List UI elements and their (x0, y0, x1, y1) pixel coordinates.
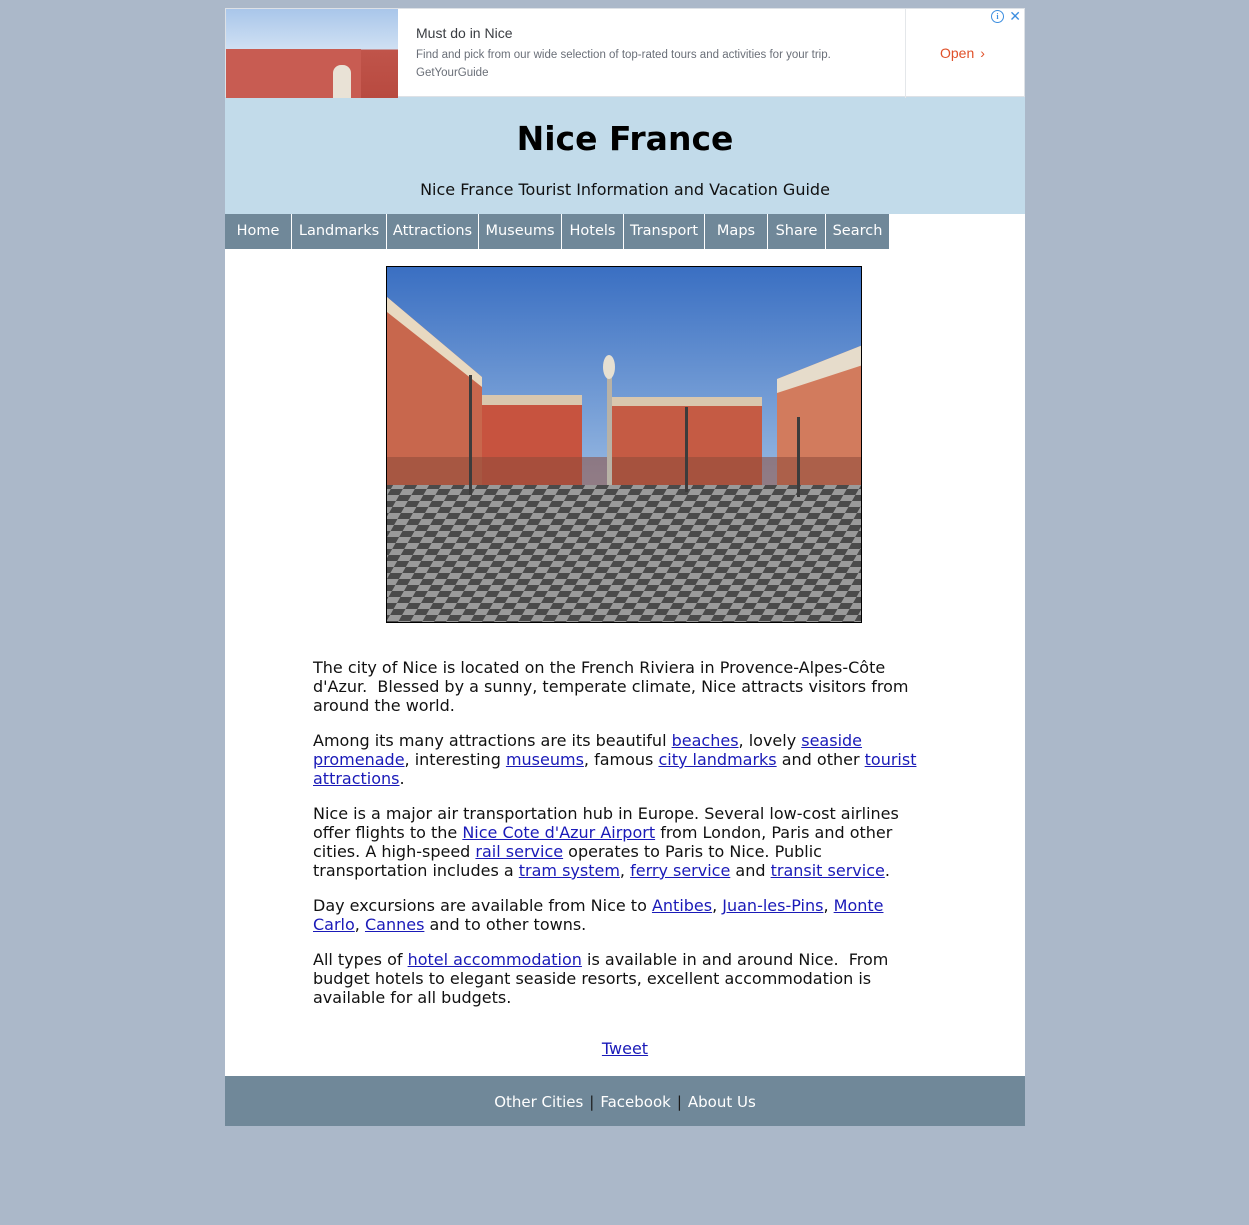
text: and (730, 861, 771, 880)
ad-title[interactable]: Must do in Nice (416, 25, 512, 41)
link-tram-system[interactable]: tram system (519, 861, 620, 880)
text: Among its many attractions are its beaut… (313, 731, 672, 750)
hero-photo-illustration (387, 267, 861, 622)
nav-item-museums[interactable]: Museums (479, 214, 562, 249)
hero-photo (386, 266, 862, 623)
ad-open-button[interactable]: Open › (940, 45, 985, 61)
text: . (884, 861, 890, 880)
nav-item-share[interactable]: Share (768, 214, 826, 249)
site-title: Nice France (516, 119, 734, 158)
ad-banner[interactable]: Must do in Nice Find and pick from our w… (225, 8, 1025, 98)
footer-separator: | (589, 1093, 595, 1111)
info-icon[interactable]: i (991, 10, 1004, 23)
nav-item-attractions[interactable]: Attractions (387, 214, 479, 249)
close-icon[interactable]: ✕ (1009, 8, 1021, 25)
nav-item-landmarks[interactable]: Landmarks (292, 214, 387, 249)
text: and to other towns. (424, 915, 587, 934)
text: , famous (583, 750, 659, 769)
link-antibes[interactable]: Antibes (652, 896, 712, 915)
ad-source[interactable]: GetYourGuide (416, 67, 488, 79)
ad-divider (905, 9, 906, 98)
text: , (354, 915, 365, 934)
text: , lovely (738, 731, 802, 750)
text: and other (776, 750, 865, 769)
ad-image[interactable] (226, 9, 398, 98)
link-city-landmarks[interactable]: city landmarks (658, 750, 776, 769)
link-airport[interactable]: Nice Cote d'Azur Airport (462, 823, 655, 842)
ad-open-label: Open (940, 45, 975, 61)
text: , interesting (404, 750, 506, 769)
link-transit-service[interactable]: transit service (771, 861, 885, 880)
ad-description[interactable]: Find and pick from our wide selection of… (416, 49, 831, 61)
text: . (399, 769, 405, 788)
paragraph-excursions: Day excursions are available from Nice t… (313, 896, 933, 934)
footer-link-other-cities[interactable]: Other Cities (494, 1093, 583, 1111)
link-ferry-service[interactable]: ferry service (630, 861, 730, 880)
text: Day excursions are available from Nice t… (313, 896, 652, 915)
paragraph-hotels: All types of hotel accommodation is avai… (313, 950, 933, 1007)
ad-image-statue (333, 65, 351, 98)
nav-item-transport[interactable]: Transport (624, 214, 705, 249)
site-footer: Other Cities | Facebook | About Us (225, 1076, 1025, 1126)
footer-link-facebook[interactable]: Facebook (600, 1093, 670, 1111)
footer-link-about-us[interactable]: About Us (688, 1093, 756, 1111)
text: , (619, 861, 631, 880)
text: , (712, 896, 723, 915)
main-content: The city of Nice is located on the Frenc… (225, 249, 1025, 1076)
site-header: Nice France Nice France Tourist Informat… (225, 97, 1025, 214)
nav-item-maps[interactable]: Maps (705, 214, 768, 249)
link-cannes[interactable]: Cannes (365, 915, 424, 934)
paragraph-intro: The city of Nice is located on the Frenc… (313, 658, 909, 715)
site-tagline: Nice France Tourist Information and Vaca… (420, 180, 830, 199)
nav-item-home[interactable]: Home (225, 214, 292, 249)
footer-separator: | (676, 1093, 682, 1111)
link-beaches[interactable]: beaches (672, 731, 739, 750)
tweet-container: Tweet (225, 1039, 1025, 1058)
article-body: The city of Nice is located on the Frenc… (313, 658, 933, 1023)
link-rail-service[interactable]: rail service (475, 842, 563, 861)
link-museums[interactable]: museums (506, 750, 584, 769)
paragraph-attractions: Among its many attractions are its beaut… (313, 731, 933, 788)
chevron-right-icon: › (980, 45, 985, 61)
page-container: Must do in Nice Find and pick from our w… (225, 8, 1025, 1126)
link-juan-les-pins[interactable]: Juan-les-Pins (722, 896, 823, 915)
paragraph-transport: Nice is a major air transportation hub i… (313, 804, 933, 880)
main-nav: Home Landmarks Attractions Museums Hotel… (225, 214, 1025, 249)
text: All types of (313, 950, 408, 969)
text: , (823, 896, 834, 915)
nav-item-search[interactable]: Search (826, 214, 890, 249)
nav-item-hotels[interactable]: Hotels (562, 214, 624, 249)
tweet-link[interactable]: Tweet (602, 1039, 648, 1058)
link-hotel-accommodation[interactable]: hotel accommodation (408, 950, 582, 969)
